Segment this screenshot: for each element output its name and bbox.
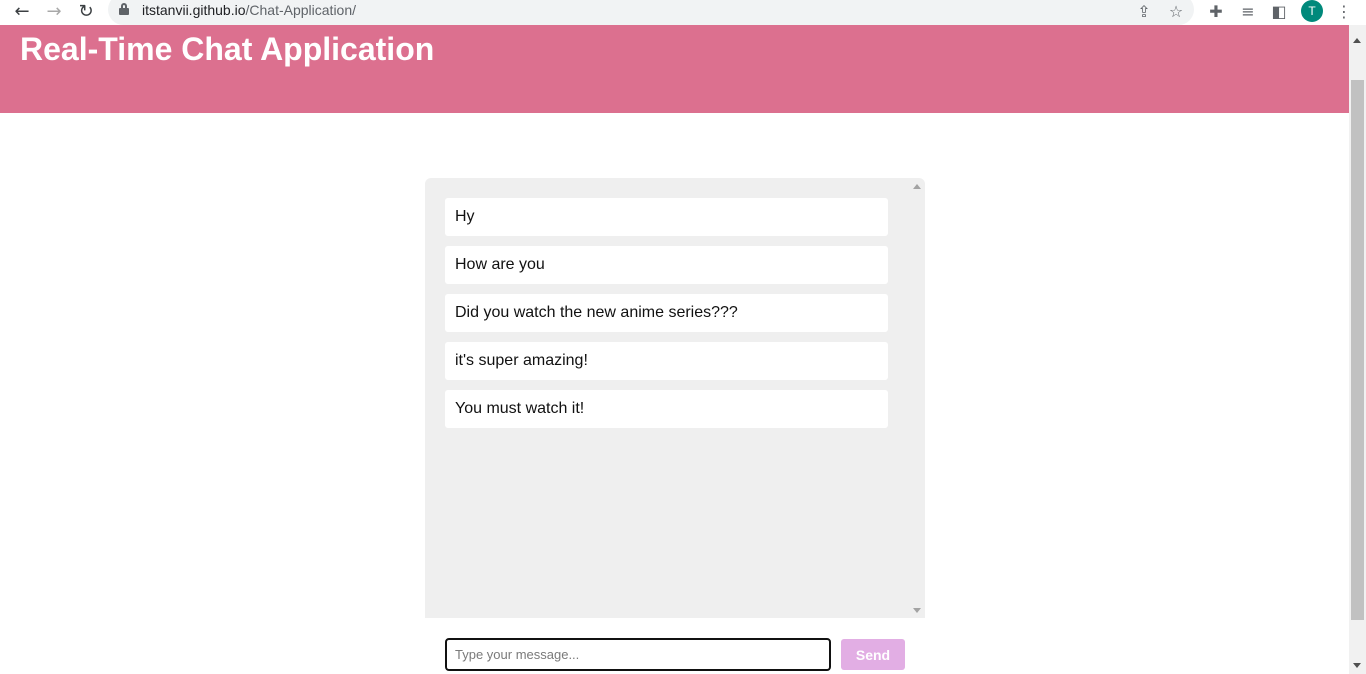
- share-icon[interactable]: ⇪: [1133, 0, 1155, 22]
- chat-scroll-up-icon[interactable]: [913, 184, 921, 189]
- url-host: itstanvii.github.io: [142, 2, 246, 18]
- media-controls-icon[interactable]: ≡: [1237, 0, 1259, 22]
- chat-scroll-down-icon[interactable]: [913, 608, 921, 613]
- side-panel-icon[interactable]: ◧: [1268, 0, 1290, 22]
- chat-message: How are you: [445, 246, 888, 284]
- page-header: Real-Time Chat Application: [0, 25, 1349, 113]
- url-path: /Chat-Application/: [245, 2, 357, 18]
- page-scroll-down-icon[interactable]: [1353, 663, 1361, 668]
- back-arrow-icon[interactable]: ←: [8, 0, 36, 22]
- page-title: Real-Time Chat Application: [20, 31, 435, 67]
- forward-arrow-icon[interactable]: →: [40, 0, 68, 22]
- star-icon[interactable]: ☆: [1165, 0, 1187, 22]
- chat-message: You must watch it!: [445, 390, 888, 428]
- page-scrollbar[interactable]: [1349, 25, 1366, 674]
- chat-message: Hy: [445, 198, 888, 236]
- puzzle-icon[interactable]: ✚: [1205, 0, 1227, 22]
- url-text[interactable]: itstanvii.github.io/Chat-Application/: [142, 2, 356, 18]
- kebab-menu-icon[interactable]: ⋮: [1333, 0, 1355, 22]
- browser-toolbar: ← → ↻ itstanvii.github.io/Chat-Applicati…: [0, 0, 1366, 25]
- chat-message: Did you watch the new anime series???: [445, 294, 888, 332]
- send-button[interactable]: Send: [841, 639, 905, 670]
- page-scroll-up-icon[interactable]: [1353, 38, 1361, 43]
- message-list: Hy How are you Did you watch the new ani…: [445, 198, 888, 438]
- reload-icon[interactable]: ↻: [72, 0, 100, 22]
- message-input[interactable]: [445, 638, 831, 671]
- chat-message: it's super amazing!: [445, 342, 888, 380]
- page-scroll-thumb[interactable]: [1351, 80, 1364, 620]
- chat-box[interactable]: Hy How are you Did you watch the new ani…: [425, 178, 925, 618]
- lock-icon[interactable]: [119, 3, 129, 16]
- profile-avatar[interactable]: T: [1301, 0, 1323, 22]
